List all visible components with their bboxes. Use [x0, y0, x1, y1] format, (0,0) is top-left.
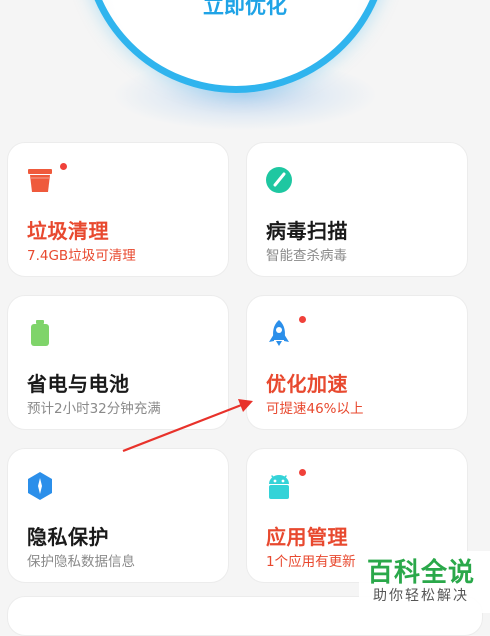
card-title: 省电与电池	[27, 372, 130, 396]
notification-dot	[299, 316, 306, 323]
card-virus-scan[interactable]: 病毒扫描 智能查杀病毒	[246, 142, 468, 277]
android-icon	[269, 475, 289, 499]
watermark-title: 百科全说	[367, 558, 476, 588]
watermark: 百科全说 助你轻松解决	[359, 551, 490, 613]
watermark-subtitle: 助你轻松解决	[373, 588, 469, 604]
card-title: 病毒扫描	[266, 219, 348, 243]
notification-dot	[299, 469, 306, 476]
optimize-hero[interactable]: 立即优化	[0, 0, 490, 140]
battery-icon	[31, 320, 49, 346]
card-speed-boost[interactable]: 优化加速 可提速46%以上	[246, 295, 468, 430]
card-title: 垃圾清理	[27, 219, 109, 243]
rocket-icon	[269, 320, 289, 346]
notification-dot	[60, 163, 67, 170]
card-junk-clean[interactable]: 垃圾清理 7.4GB垃圾可清理	[7, 142, 229, 277]
trash-icon	[28, 169, 52, 192]
card-title: 应用管理	[266, 525, 348, 549]
card-subtitle: 预计2小时32分钟充满	[27, 401, 161, 417]
card-battery-saver[interactable]: 省电与电池 预计2小时32分钟充满	[7, 295, 229, 430]
card-title: 优化加速	[266, 372, 348, 396]
card-privacy[interactable]: 隐私保护 保护隐私数据信息	[7, 448, 229, 583]
card-subtitle: 可提速46%以上	[266, 401, 364, 417]
virus-scan-icon	[266, 167, 292, 193]
card-subtitle: 保护隐私数据信息	[27, 554, 135, 570]
card-subtitle: 智能查杀病毒	[266, 248, 347, 264]
optimize-now-label: 立即优化	[203, 0, 287, 18]
card-title: 隐私保护	[27, 525, 109, 549]
card-subtitle: 7.4GB垃圾可清理	[27, 248, 136, 264]
privacy-shield-icon	[28, 472, 52, 500]
card-subtitle: 1个应用有更新	[266, 554, 356, 570]
